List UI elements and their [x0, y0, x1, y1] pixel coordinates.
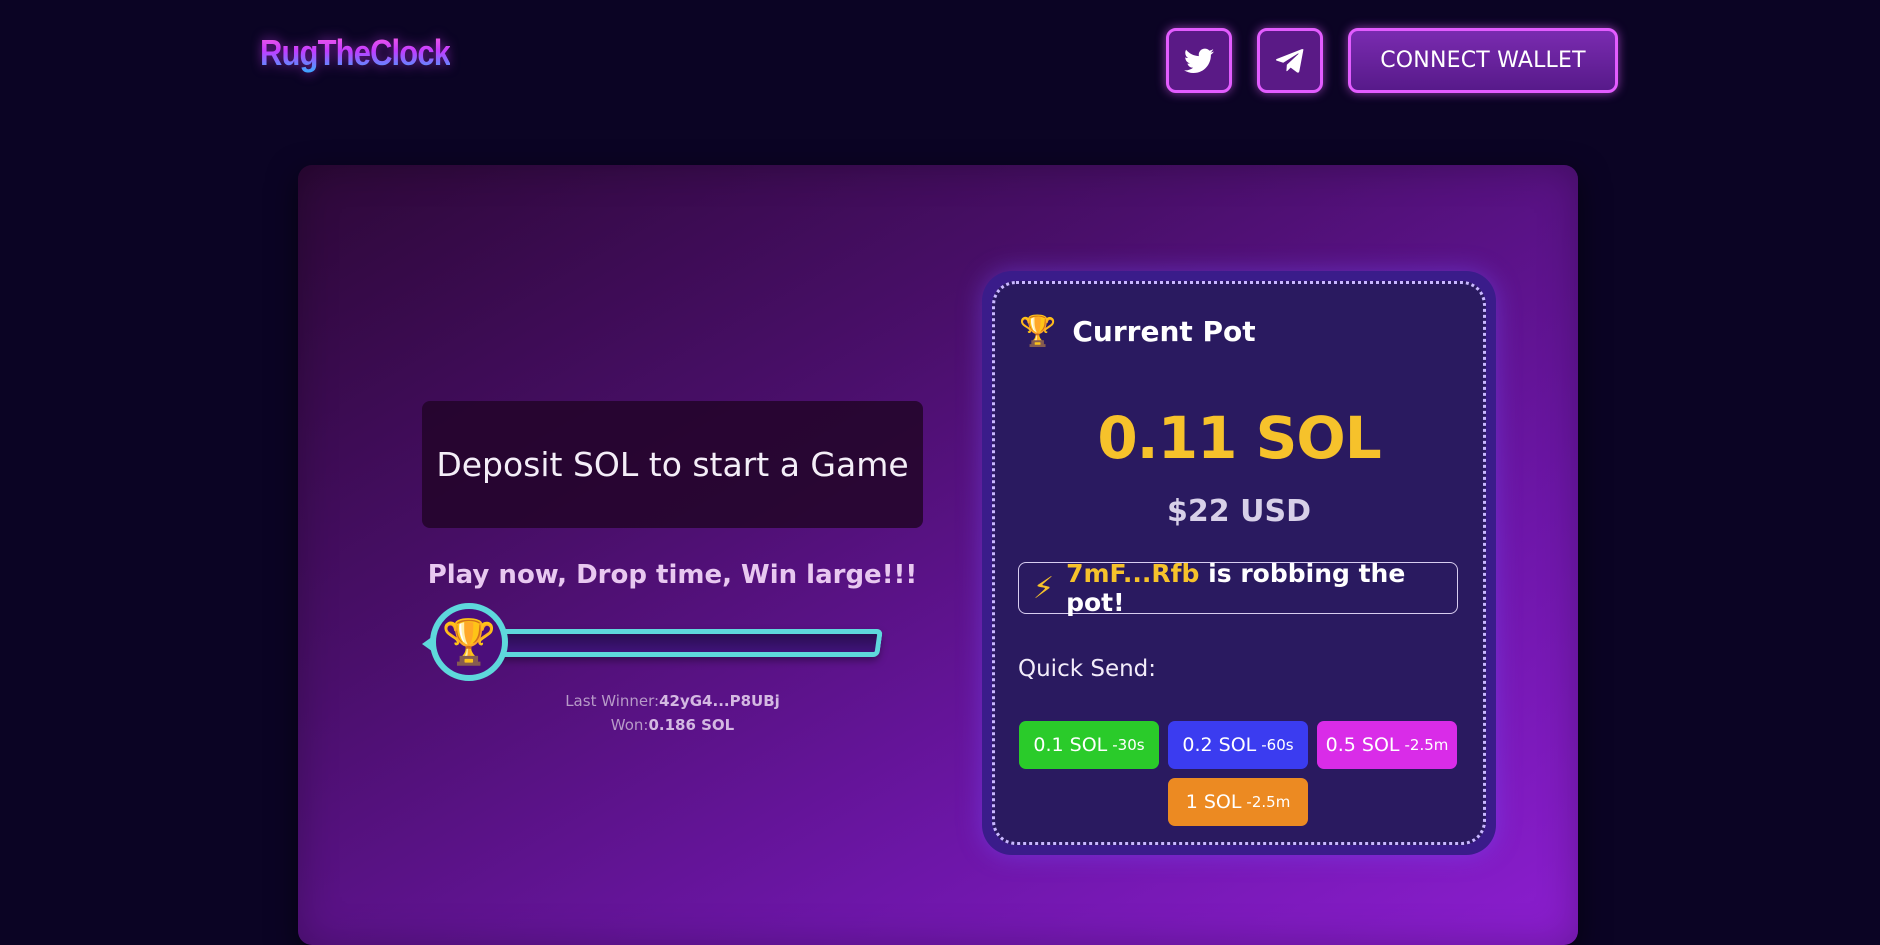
quick-send-0.2-button[interactable]: 0.2 SOL -60s	[1168, 721, 1308, 769]
quick-send-time: -60s	[1261, 736, 1294, 754]
site-logo[interactable]: RugTheClock	[260, 32, 451, 74]
connect-wallet-button[interactable]: CONNECT WALLET	[1348, 28, 1618, 93]
won-label: Won:	[610, 716, 649, 734]
quick-send-time: -30s	[1112, 736, 1145, 754]
twitter-button[interactable]	[1166, 28, 1232, 93]
quick-send-time: -2.5m	[1404, 736, 1449, 754]
pot-heading: 🏆 Current Pot	[1019, 314, 1256, 349]
quick-send-amount: 0.2 SOL	[1182, 734, 1257, 756]
telegram-button[interactable]	[1257, 28, 1323, 93]
game-card: Deposit SOL to start a Game Play now, Dr…	[298, 165, 1578, 945]
quick-send-time: -2.5m	[1246, 793, 1291, 811]
pot-title: Current Pot	[1072, 315, 1256, 348]
telegram-plane-icon	[1276, 48, 1304, 73]
won-amount: 0.186 SOL	[648, 716, 735, 734]
trophy-icon: 🏆	[1019, 314, 1057, 349]
robber-address: 7mF...Rfb	[1066, 559, 1200, 588]
timer-progress-bar	[486, 629, 883, 657]
lightning-icon: ⚡	[1033, 570, 1055, 606]
quick-send-1-button[interactable]: 1 SOL -2.5m	[1168, 778, 1308, 826]
quick-send-amount: 0.1 SOL	[1033, 734, 1108, 756]
trophy-badge: 🏆	[430, 603, 508, 681]
last-winner-address: 42yG4...P8UBj	[659, 692, 780, 710]
quick-send-label: Quick Send:	[1018, 656, 1157, 682]
current-pot-inner: 🏆 Current Pot 0.11 SOL $22 USD ⚡ 7mF...R…	[992, 281, 1486, 845]
robber-notice: ⚡ 7mF...Rfb is robbing the pot!	[1018, 559, 1458, 617]
quick-send-0.5-button[interactable]: 0.5 SOL -2.5m	[1317, 721, 1457, 769]
last-winner-info: Last Winner:42yG4...P8UBj Won:0.186 SOL	[422, 689, 923, 737]
deposit-prompt: Deposit SOL to start a Game	[422, 401, 923, 528]
tagline: Play now, Drop time, Win large!!!	[427, 560, 918, 590]
quick-send-amount: 0.5 SOL	[1325, 734, 1400, 756]
last-winner-label: Last Winner:	[565, 692, 660, 710]
pot-amount: 0.11 SOL	[1097, 404, 1381, 472]
twitter-bird-icon	[1184, 48, 1214, 73]
quick-send-0.1-button[interactable]: 0.1 SOL -30s	[1019, 721, 1159, 769]
trophy-icon: 🏆	[441, 617, 497, 668]
current-pot-panel: 🏆 Current Pot 0.11 SOL $22 USD ⚡ 7mF...R…	[982, 271, 1496, 855]
pot-usd-value: $22 USD	[1167, 494, 1311, 529]
quick-send-amount: 1 SOL	[1185, 791, 1242, 813]
